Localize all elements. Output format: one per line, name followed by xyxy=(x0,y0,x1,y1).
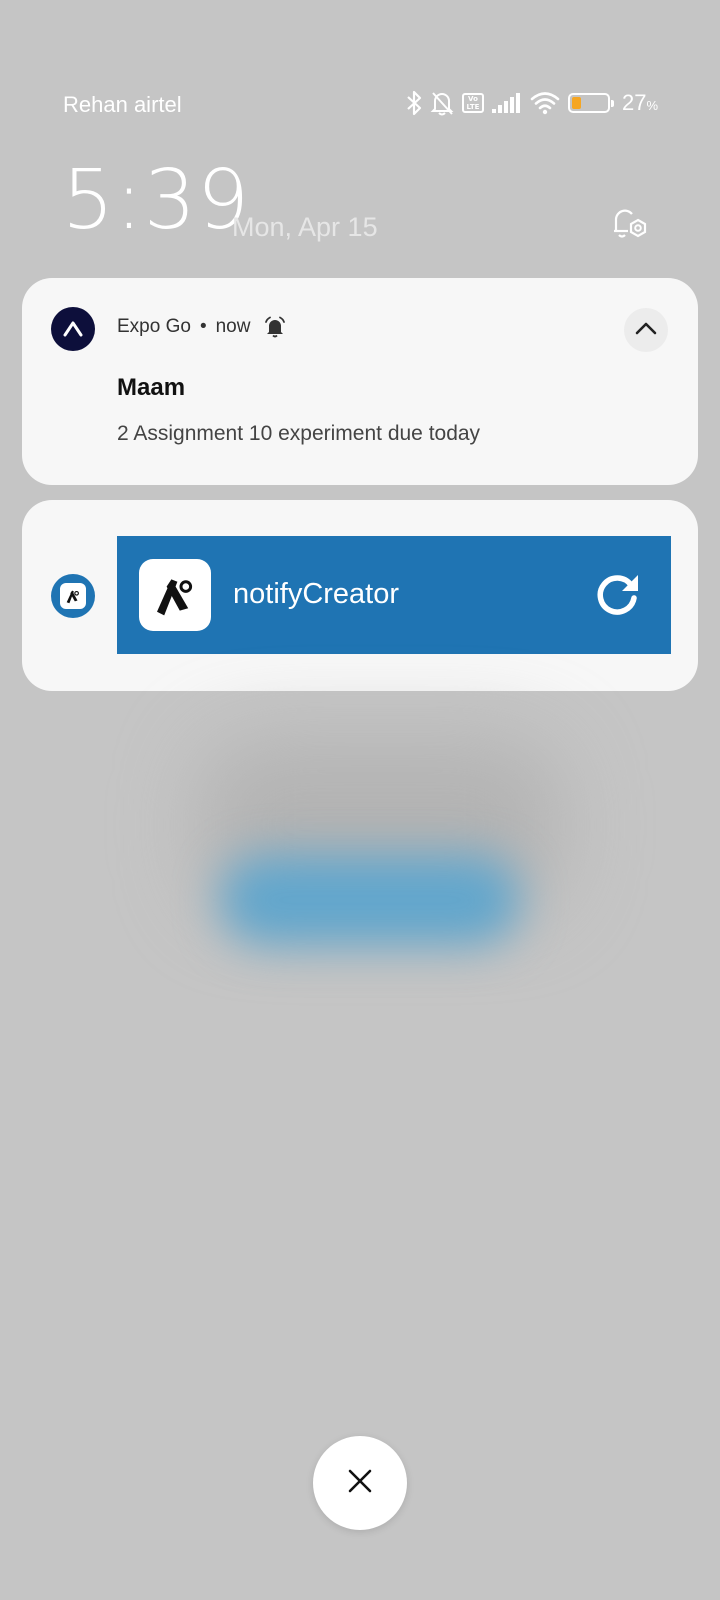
expo-app-small-icon xyxy=(51,574,95,618)
status-bar: Rehan airtel Vo LTE 27% xyxy=(0,86,720,126)
bell-settings-icon[interactable] xyxy=(608,201,652,250)
notification-time: now xyxy=(215,316,251,337)
status-icons: Vo LTE 27% xyxy=(406,90,658,116)
bluetooth-icon xyxy=(406,90,422,116)
header-separator: • xyxy=(199,316,207,337)
bell-off-icon xyxy=(430,90,454,116)
dev-notification-card[interactable]: notifyCreator xyxy=(22,500,698,691)
project-name: notifyCreator xyxy=(233,578,400,610)
clock-time: 5:39 xyxy=(62,153,251,248)
alarm-bell-icon xyxy=(264,316,286,338)
expo-notification-card[interactable]: Expo Go • now Maam 2 Assignment 10 exper… xyxy=(22,278,698,485)
chevron-up-icon xyxy=(634,320,658,341)
dev-banner[interactable]: notifyCreator xyxy=(117,536,671,654)
carrier-name: Rehan airtel xyxy=(63,92,182,117)
battery-fill xyxy=(571,97,582,109)
signal-icon xyxy=(491,93,522,113)
blurred-background-highlight xyxy=(220,855,520,945)
clock-date: Mon, Apr 15 xyxy=(232,212,378,242)
expo-logo-icon xyxy=(51,307,95,351)
reload-icon[interactable] xyxy=(593,569,643,624)
close-icon xyxy=(347,1468,373,1499)
close-button[interactable] xyxy=(313,1436,407,1530)
battery-percentage: 27% xyxy=(622,90,658,116)
collapse-button[interactable] xyxy=(624,308,668,352)
expo-app-icon xyxy=(139,559,211,631)
battery-value: 27 xyxy=(621,90,647,115)
battery-icon xyxy=(567,93,614,113)
app-name: Expo Go xyxy=(117,316,191,337)
notification-body: 2 Assignment 10 experiment due today xyxy=(117,422,481,445)
notification-title: Maam xyxy=(117,374,186,401)
battery-unit: % xyxy=(646,98,658,113)
volte-icon: Vo LTE xyxy=(461,93,484,113)
wifi-icon xyxy=(530,91,560,115)
notification-header: Expo Go • now xyxy=(117,316,286,338)
small-icon-badge xyxy=(60,583,86,609)
